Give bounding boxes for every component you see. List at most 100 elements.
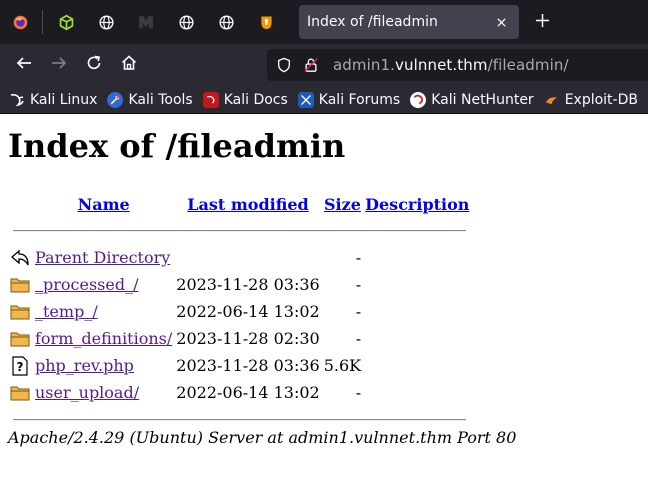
entry-modified: 2022-06-14 13:02 [176, 383, 320, 402]
bookmark-kali-nethunter[interactable]: Kali NetHunter [410, 91, 534, 108]
entry-link[interactable]: php_rev.php [35, 356, 134, 375]
url-subdomain: admin1. [333, 56, 396, 74]
directory-listing: Name Last modified Size Description Pare… [8, 191, 471, 433]
pinned-tab-globe-3[interactable] [206, 0, 246, 44]
typo3-icon [258, 14, 275, 31]
folder-icon [10, 302, 30, 322]
entry-size: 5.6K [323, 356, 362, 375]
entry-modified: 2023-11-28 03:36 [176, 275, 320, 294]
folder-icon [10, 275, 30, 295]
url-bar[interactable]: admin1.vulnnet.thm/fileadmin/ [267, 49, 648, 81]
entry-size: - [355, 302, 362, 321]
new-tab-button[interactable] [530, 10, 554, 34]
entry-link[interactable]: form_definitions/ [35, 329, 172, 348]
bookmark-label: Exploit-DB [564, 91, 638, 108]
m-logo-icon: M [138, 12, 154, 32]
entry-link[interactable]: Parent Directory [35, 248, 170, 267]
pinned-tab-m[interactable]: M [126, 0, 166, 44]
separator-row [8, 217, 471, 244]
entry-modified: 2023-11-28 03:36 [176, 356, 320, 375]
bookmark-label: Kali NetHunter [431, 91, 534, 108]
page-content: Index of /fileadmin Name Last modified S… [0, 115, 648, 491]
size-column-header: Size [322, 191, 363, 217]
bookmark-exploit-db[interactable]: Exploit-DB [544, 92, 638, 108]
tab-separator [42, 10, 43, 34]
close-icon[interactable] [493, 14, 509, 30]
plus-icon [535, 13, 550, 32]
green-cube-icon [58, 14, 75, 31]
last-modified-column-header: Last modified [174, 191, 321, 217]
unknown-file-icon: ? [10, 356, 30, 376]
icon-column-header [8, 191, 33, 217]
active-tab[interactable]: Index of /fileadmin [299, 5, 519, 39]
sort-by-description-link[interactable]: Description [365, 195, 469, 214]
folder-icon [10, 329, 30, 349]
bookmark-label: Kali Forums [318, 91, 401, 108]
sort-by-name-link[interactable]: Name [78, 195, 130, 214]
kali-tools-icon [107, 91, 124, 108]
reload-button[interactable] [76, 44, 111, 86]
table-row: _processed_/ 2023-11-28 03:36 - [8, 271, 471, 298]
nethunter-icon [410, 91, 427, 108]
back-icon [10, 248, 30, 268]
globe-icon [98, 14, 115, 31]
divider [13, 418, 467, 421]
reload-icon [85, 54, 103, 76]
entry-size: - [355, 383, 362, 402]
table-row: form_definitions/ 2023-11-28 02:30 - [8, 325, 471, 352]
table-row: _temp_/ 2022-06-14 13:02 - [8, 298, 471, 325]
table-row: user_upload/ 2022-06-14 13:02 - [8, 379, 471, 406]
kali-forums-icon [297, 91, 314, 108]
entry-modified: 2022-06-14 13:02 [176, 302, 320, 321]
forward-button[interactable] [41, 44, 76, 86]
url-path: /fileadmin/ [487, 56, 569, 74]
url-text[interactable]: admin1.vulnnet.thm/fileadmin/ [333, 56, 569, 74]
bookmark-kali-tools[interactable]: Kali Tools [107, 91, 193, 108]
back-button[interactable] [6, 44, 41, 86]
svg-text:?: ? [17, 360, 24, 374]
bookmark-label: Kali Tools [128, 91, 193, 108]
name-column-header: Name [33, 191, 174, 217]
divider [13, 229, 467, 232]
sort-by-size-link[interactable]: Size [324, 195, 361, 214]
entry-size: - [355, 248, 362, 267]
description-column-header: Description [363, 191, 471, 217]
entry-size: - [355, 329, 362, 348]
entry-size: - [355, 275, 362, 294]
forward-arrow-icon [50, 54, 68, 76]
navigation-toolbar: admin1.vulnnet.thm/fileadmin/ [0, 44, 648, 86]
server-signature: Apache/2.4.29 (Ubuntu) Server at admin1.… [8, 428, 517, 447]
globe-icon [218, 14, 235, 31]
pinned-tab-firefox[interactable] [0, 0, 40, 44]
pinned-tab-globe-1[interactable] [86, 0, 126, 44]
insecure-lock-icon[interactable] [302, 56, 320, 74]
entry-modified [174, 244, 321, 271]
tab-bar: M Index of /fileadmin [0, 0, 648, 44]
bookmark-kali-linux[interactable]: Kali Linux [9, 92, 97, 108]
entry-link[interactable]: _temp_/ [35, 302, 98, 321]
table-row: ? php_rev.php 2023-11-28 03:36 5.6K [8, 352, 471, 379]
home-icon [120, 54, 138, 76]
kali-docs-icon [202, 91, 219, 108]
url-domain: vulnnet.thm [395, 56, 488, 74]
pinned-tab-typo3[interactable] [246, 0, 286, 44]
bookmark-label: Kali Linux [30, 91, 98, 108]
folder-icon [10, 383, 30, 403]
firefox-icon [12, 14, 29, 31]
bookmark-kali-forums[interactable]: Kali Forums [297, 91, 401, 108]
pinned-tab-globe-2[interactable] [166, 0, 206, 44]
bookmark-kali-docs[interactable]: Kali Docs [202, 91, 288, 108]
bookmarks-toolbar: Kali Linux Kali Tools Kali Docs Kali For… [0, 86, 648, 114]
shield-icon[interactable] [275, 56, 293, 74]
entry-link[interactable]: _processed_/ [35, 275, 138, 294]
page-title: Index of /fileadmin [8, 127, 346, 165]
header-row: Name Last modified Size Description [8, 191, 471, 217]
entry-link[interactable]: user_upload/ [35, 383, 139, 402]
exploit-db-icon [544, 92, 560, 108]
pinned-tab-cube[interactable] [46, 0, 86, 44]
globe-icon [178, 14, 195, 31]
home-button[interactable] [111, 44, 146, 86]
kali-dragon-icon [9, 92, 25, 108]
tab-title: Index of /fileadmin [307, 14, 438, 30]
sort-by-date-link[interactable]: Last modified [187, 195, 308, 214]
